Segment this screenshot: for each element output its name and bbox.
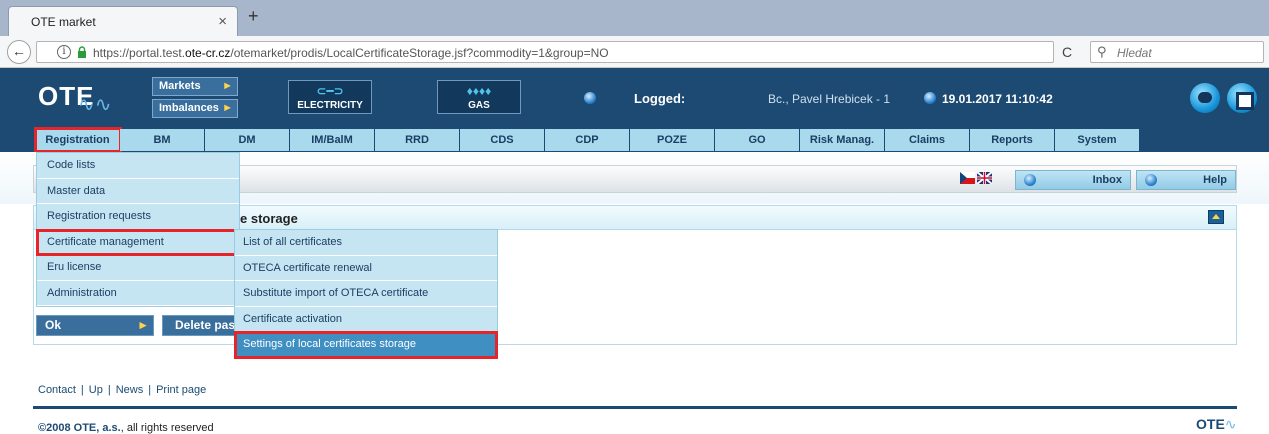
logged-label: Logged: <box>634 91 686 106</box>
registration-dropdown: Code lists Master data Registration requ… <box>36 152 240 307</box>
collapse-arrow-icon[interactable] <box>1208 210 1224 224</box>
electricity-button[interactable]: ⊂━⊃ ELECTRICITY <box>288 80 372 114</box>
submenu-item-substitute-import[interactable]: Substitute import of OTECA certificate <box>235 281 497 307</box>
main-menu: Registration BM DM IM/BalM RRD CDS CDP P… <box>0 127 1269 153</box>
browser-tab-bar: OTE market × + <box>0 0 1269 36</box>
dropdown-item-registration-requests[interactable]: Registration requests <box>37 204 239 230</box>
copyright: ©2008 OTE, a.s., all rights reserved <box>38 422 214 434</box>
imbalances-label: Imbalances <box>159 102 219 114</box>
search-icon: ⚲ <box>1097 44 1107 59</box>
imbalances-button[interactable]: Imbalances ► <box>152 99 238 118</box>
menu-registration[interactable]: Registration <box>34 127 122 153</box>
menu-im-balm[interactable]: IM/BalM <box>290 129 375 151</box>
dropdown-item-eru-license[interactable]: Eru license <box>37 255 239 281</box>
arrow-right-icon: ► <box>137 318 149 332</box>
dropdown-item-code-lists[interactable]: Code lists <box>37 153 239 179</box>
user-name: Bc., Pavel Hrebicek - 1 <box>768 92 891 106</box>
menu-go[interactable]: GO <box>715 129 800 151</box>
app-switch-icon[interactable] <box>1227 83 1257 113</box>
footer-separator: | <box>80 384 84 396</box>
url-text[interactable]: https://portal.test.ote-cr.cz/otemarket/… <box>93 46 609 60</box>
submenu-item-certificate-activation[interactable]: Certificate activation <box>235 306 497 332</box>
menu-poze[interactable]: POZE <box>630 129 715 151</box>
help-button[interactable]: Help <box>1136 170 1236 190</box>
gas-flame-icon: ♦♦♦♦ <box>466 84 492 98</box>
menu-cdp[interactable]: CDP <box>545 129 630 151</box>
help-label: Help <box>1203 174 1227 186</box>
reload-icon[interactable]: C <box>1062 44 1072 60</box>
menu-bm[interactable]: BM <box>120 129 205 151</box>
markets-button[interactable]: Markets ► <box>152 77 238 96</box>
uk-flag-icon[interactable] <box>977 172 992 184</box>
menu-system[interactable]: System <box>1055 129 1140 151</box>
certificate-submenu: List of all certificates OTECA certifica… <box>234 229 498 359</box>
menu-claims[interactable]: Claims <box>885 129 970 151</box>
dropdown-item-certificate-management[interactable]: Certificate management <box>36 228 240 256</box>
tab-title: OTE market <box>31 15 96 29</box>
url-bar[interactable]: i https://portal.test.ote-cr.cz/otemarke… <box>36 41 1054 63</box>
app-header: OTE ∿∿ Markets ► Imbalances ► ⊂━⊃ ELECTR… <box>0 68 1269 128</box>
info-icon[interactable]: i <box>57 45 71 59</box>
search-input[interactable]: ⚲ Hledat <box>1090 41 1264 63</box>
new-tab-icon[interactable]: + <box>248 6 259 27</box>
datetime: 19.01.2017 11:10:42 <box>942 92 1053 106</box>
dropdown-item-administration[interactable]: Administration <box>37 280 239 306</box>
footer-link-up[interactable]: Up <box>89 384 103 396</box>
submenu-item-oteca-renewal[interactable]: OTECA certificate renewal <box>235 255 497 281</box>
footer-link-news[interactable]: News <box>116 384 144 396</box>
footer-ote-logo: OTE∿ <box>1196 416 1237 432</box>
inbox-dot-icon <box>1024 174 1036 186</box>
menu-dm[interactable]: DM <box>205 129 290 151</box>
inbox-button[interactable]: Inbox <box>1015 170 1131 190</box>
copyright-rest: , all rights reserved <box>120 422 214 434</box>
electricity-label: ELECTRICITY <box>297 100 363 111</box>
help-dot-icon <box>1145 174 1157 186</box>
status-dot-icon <box>584 92 596 104</box>
clock-dot-icon <box>924 92 936 104</box>
electricity-plug-icon: ⊂━⊃ <box>316 84 344 98</box>
menu-reports[interactable]: Reports <box>970 129 1055 151</box>
submenu-item-list-certificates[interactable]: List of all certificates <box>235 230 497 256</box>
arrow-right-icon: ► <box>222 102 233 114</box>
gas-button[interactable]: ♦♦♦♦ GAS <box>437 80 521 114</box>
footer-divider <box>33 406 1237 409</box>
submenu-item-local-storage-settings[interactable]: Settings of local certificates storage <box>234 331 498 359</box>
ok-label: Ok <box>45 318 62 332</box>
delete-password-button[interactable]: Delete pas <box>162 315 242 336</box>
browser-nav-bar: ← i https://portal.test.ote-cr.cz/otemar… <box>0 36 1269 68</box>
copyright-brand: ©2008 OTE, a.s. <box>38 422 121 434</box>
inbox-label: Inbox <box>1092 174 1122 186</box>
menu-cds[interactable]: CDS <box>460 129 545 151</box>
footer-links: Contact | Up | News | Print page <box>38 384 206 396</box>
footer-link-contact[interactable]: Contact <box>38 384 76 396</box>
search-placeholder: Hledat <box>1117 46 1152 60</box>
footer-separator: | <box>107 384 111 396</box>
ok-button[interactable]: Ok ► <box>36 315 154 336</box>
back-arrow-icon[interactable]: ← <box>7 40 31 64</box>
footer-separator: | <box>148 384 152 396</box>
czech-flag-icon[interactable] <box>960 172 975 184</box>
browser-tab[interactable]: OTE market × <box>8 6 238 36</box>
menu-risk-manag[interactable]: Risk Manag. <box>800 129 885 151</box>
markets-label: Markets <box>159 80 201 92</box>
menu-rrd[interactable]: RRD <box>375 129 460 151</box>
panel-title: e storage <box>240 211 298 226</box>
chat-icon[interactable] <box>1190 83 1220 113</box>
tab-close-icon[interactable]: × <box>218 13 227 30</box>
footer-link-print-page[interactable]: Print page <box>156 384 206 396</box>
ote-logo-wave-icon: ∿∿ <box>78 94 112 116</box>
dropdown-item-master-data[interactable]: Master data <box>37 178 239 204</box>
lock-icon <box>78 46 86 58</box>
gas-label: GAS <box>468 100 490 111</box>
arrow-right-icon: ► <box>222 80 233 92</box>
